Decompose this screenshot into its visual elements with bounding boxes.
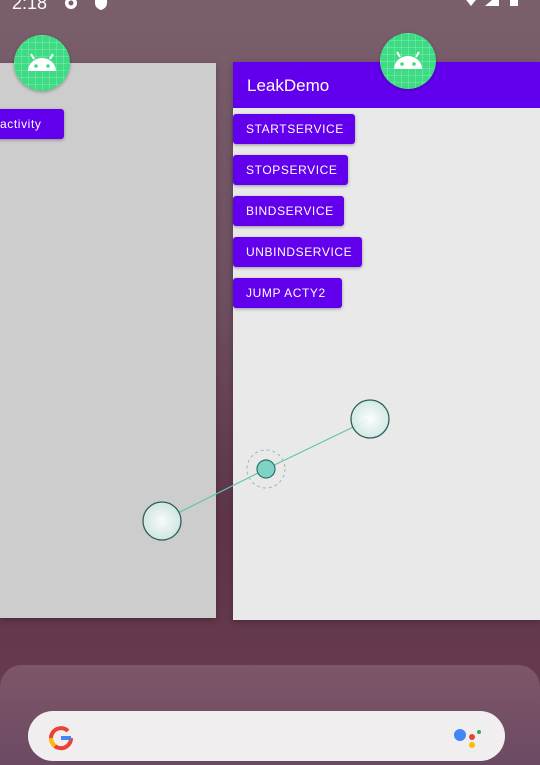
touch-point-lower bbox=[142, 501, 182, 541]
touch-center-point bbox=[256, 459, 276, 479]
pinch-touch-indicator bbox=[142, 399, 390, 541]
google-assistant-icon[interactable] bbox=[452, 725, 486, 749]
google-search-bar[interactable] bbox=[28, 711, 505, 761]
google-g-icon bbox=[49, 726, 74, 751]
touch-point-upper bbox=[350, 399, 390, 439]
